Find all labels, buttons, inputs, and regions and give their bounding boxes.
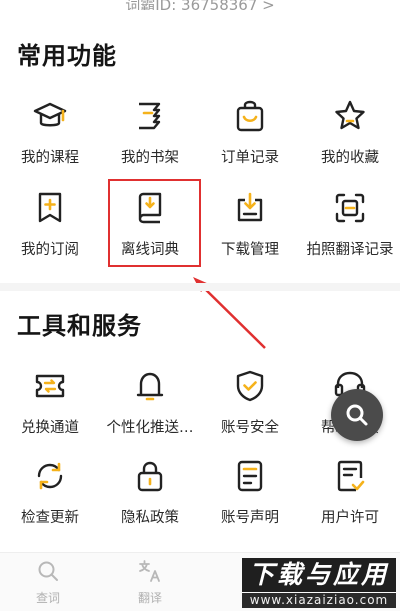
grid-item-order-records[interactable]: 订单记录 <box>200 98 300 178</box>
watermark-url-text: www.xiazaiziao.com <box>242 593 396 608</box>
nav-item-translate[interactable]: 翻译 <box>120 559 180 609</box>
grid-item-download-manager[interactable]: 下载管理 <box>200 190 300 270</box>
grid-item-label: 下载管理 <box>221 242 279 258</box>
grid-item-redeem-channel[interactable]: 兑换通道 <box>0 368 100 448</box>
section-divider <box>0 283 400 291</box>
highlight-box-annotation <box>108 179 201 267</box>
watermark-main-text: 下载与应用 <box>242 558 396 592</box>
graduation-cap-icon <box>33 102 67 127</box>
account-id-text[interactable]: 词霸ID: 36758367 > <box>0 0 400 10</box>
refresh-icon <box>37 462 63 490</box>
subscription-bookmark-icon <box>38 192 62 223</box>
bell-icon <box>136 372 164 401</box>
grid-item-account-security[interactable]: 账号安全 <box>200 368 300 448</box>
grid-item-label: 隐私政策 <box>121 510 179 526</box>
tools-services-title: 工具和服务 <box>17 312 142 340</box>
common-functions-title: 常用功能 <box>17 42 117 70</box>
grid-item-my-bookshelf[interactable]: 我的书架 <box>100 98 200 178</box>
grid-item-label: 检查更新 <box>21 510 79 526</box>
grid-item-label: 账号声明 <box>221 510 279 526</box>
grid-item-my-courses[interactable]: 我的课程 <box>0 98 100 178</box>
grid-item-label: 兑换通道 <box>21 420 79 436</box>
photo-scan-icon <box>335 193 365 223</box>
grid-item-label: 订单记录 <box>221 150 279 166</box>
grid-item-label: 账号安全 <box>221 420 279 436</box>
grid-item-label: 个性化推送… <box>106 420 194 436</box>
grid-item-account-statement[interactable]: 账号声明 <box>200 458 300 538</box>
nav-item-label: 查词 <box>35 591 60 605</box>
shield-check-icon <box>236 370 264 402</box>
grid-item-label: 我的书架 <box>121 150 179 166</box>
lock-icon <box>137 461 163 492</box>
grid-item-my-favorites[interactable]: 我的收藏 <box>300 98 400 178</box>
document-icon <box>237 460 263 492</box>
search-icon <box>38 561 58 581</box>
translate-icon <box>139 560 160 582</box>
watermark: 下载与应用 www.xiazaiziao.com <box>242 556 396 608</box>
search-icon <box>346 404 368 426</box>
grid-item-my-subscriptions[interactable]: 我的订阅 <box>0 190 100 270</box>
nav-item-lookup[interactable]: 查词 <box>18 559 78 609</box>
floating-search-button[interactable] <box>331 389 383 441</box>
license-document-icon <box>337 460 365 492</box>
grid-item-label: 我的课程 <box>21 150 79 166</box>
grid-item-privacy-policy[interactable]: 隐私政策 <box>100 458 200 538</box>
grid-item-label: 用户许可 <box>321 510 379 526</box>
grid-item-label: 我的订阅 <box>21 242 79 258</box>
nav-item-label: 翻译 <box>137 591 162 605</box>
grid-item-check-update[interactable]: 检查更新 <box>0 458 100 538</box>
grid-item-label: 我的收藏 <box>321 150 379 166</box>
ticket-exchange-icon <box>35 374 65 398</box>
grid-item-personalized-push[interactable]: 个性化推送… <box>100 368 200 448</box>
download-icon <box>237 192 263 222</box>
grid-item-label: 拍照翻译记录 <box>306 242 394 258</box>
star-icon <box>335 100 365 130</box>
shopping-bag-icon <box>236 100 264 132</box>
grid-item-photo-translation-records[interactable]: 拍照翻译记录 <box>300 190 400 270</box>
bookshelf-icon <box>139 102 161 130</box>
grid-item-user-license[interactable]: 用户许可 <box>300 458 400 538</box>
